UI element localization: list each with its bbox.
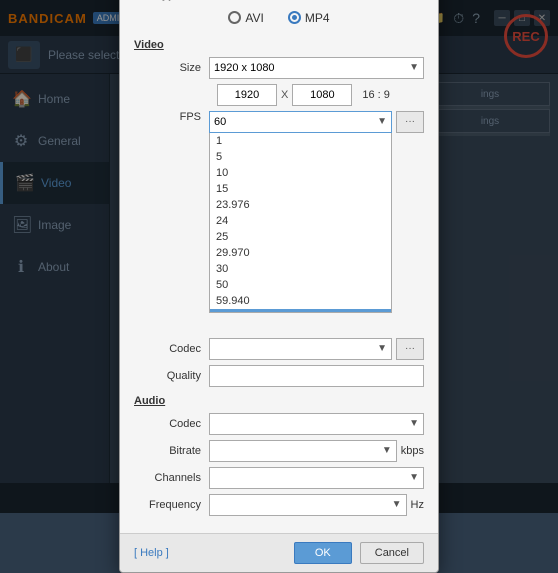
audio-label: Audio — [134, 395, 424, 407]
fps-option-60[interactable]: 60 — [210, 309, 391, 313]
codec-dropdown[interactable]: ▼ — [209, 338, 392, 360]
audio-freq-dropdown[interactable]: ▼ — [209, 494, 407, 516]
codec-label: Codec — [134, 343, 209, 355]
help-link[interactable]: [ Help ] — [134, 547, 169, 559]
fps-settings-button[interactable]: ··· — [396, 111, 424, 133]
fps-option-24[interactable]: 24 — [210, 213, 391, 229]
fps-dropdown: 15101523.976242529.970305059.94060120144… — [209, 133, 392, 313]
audio-bitrate-arrow: ▼ — [382, 445, 392, 456]
radio-mp4[interactable]: MP4 — [288, 11, 330, 25]
size-label: Size — [134, 62, 209, 74]
size-row: Size 1920 x 1080 ▼ — [134, 57, 424, 79]
bitrate-unit: kbps — [401, 445, 424, 457]
codec-settings-button[interactable]: ··· — [396, 338, 424, 360]
fps-label: FPS — [134, 111, 209, 123]
size-inputs-row: 1920 X 1080 16 : 9 — [217, 84, 424, 106]
size-dropdown[interactable]: 1920 x 1080 ▼ — [209, 57, 424, 79]
audio-channels-row: Channels ▼ — [134, 467, 424, 489]
radio-label-avi: AVI — [245, 11, 263, 25]
freq-unit: Hz — [411, 499, 424, 511]
fps-option-23.976[interactable]: 23.976 — [210, 197, 391, 213]
audio-freq-arrow: ▼ — [392, 499, 402, 510]
codec-dropdown-arrow: ▼ — [377, 343, 387, 354]
footer-buttons: OK Cancel — [294, 542, 424, 564]
audio-codec-label: Codec — [134, 418, 209, 430]
radio-avi[interactable]: AVI — [228, 11, 263, 25]
audio-channels-label: Channels — [134, 472, 209, 484]
audio-bitrate-label: Bitrate — [134, 445, 209, 457]
fps-option-10[interactable]: 10 — [210, 165, 391, 181]
dialog-footer: [ Help ] OK Cancel — [120, 533, 438, 572]
fps-option-5[interactable]: 5 — [210, 149, 391, 165]
audio-freq-label: Frequency — [134, 499, 209, 511]
file-type-label: File Type — [134, 0, 424, 1]
radio-circle-avi — [228, 11, 241, 24]
quality-control[interactable] — [209, 365, 424, 387]
fps-option-30[interactable]: 30 — [210, 261, 391, 277]
cancel-button[interactable]: Cancel — [360, 542, 424, 564]
size-height-input[interactable]: 1080 — [292, 84, 352, 106]
fps-dropdown-container: 60 ▼ 15101523.976242529.970305059.940601… — [209, 111, 392, 133]
radio-circle-mp4 — [288, 11, 301, 24]
aspect-ratio: 16 : 9 — [362, 89, 390, 101]
fps-option-15[interactable]: 15 — [210, 181, 391, 197]
dialog-body: File Type AVI MP4 Video — [120, 0, 438, 533]
fps-option-50[interactable]: 50 — [210, 277, 391, 293]
video-label: Video — [134, 39, 424, 51]
audio-codec-arrow: ▼ — [409, 418, 419, 429]
audio-channels-arrow: ▼ — [409, 472, 419, 483]
fps-option-1[interactable]: 1 — [210, 133, 391, 149]
audio-channels-dropdown[interactable]: ▼ — [209, 467, 424, 489]
radio-label-mp4: MP4 — [305, 11, 330, 25]
quality-label: Quality — [134, 370, 209, 382]
audio-bitrate-dropdown[interactable]: ▼ — [209, 440, 397, 462]
fps-dropdown-arrow: ▼ — [377, 116, 387, 127]
codec-row: Codec ▼ ··· — [134, 338, 424, 360]
app-window: BANDICAM ADMIN UNREGISTERED 🔒 📁 ⏱ ? ─ □ … — [0, 0, 558, 513]
file-type-radio-row: AVI MP4 — [134, 7, 424, 29]
audio-bitrate-row: Bitrate ▼ kbps — [134, 440, 424, 462]
fps-option-29.970[interactable]: 29.970 — [210, 245, 391, 261]
audio-section: Audio Codec ▼ Bitrate ▼ kbps — [134, 395, 424, 516]
audio-freq-row: Frequency ▼ Hz — [134, 494, 424, 516]
size-width-input[interactable]: 1920 — [217, 84, 277, 106]
video-section: Video Size 1920 x 1080 ▼ 1920 X — [134, 39, 424, 387]
file-type-section: File Type AVI MP4 — [134, 0, 424, 29]
audio-codec-row: Codec ▼ — [134, 413, 424, 435]
fps-current-value: 60 — [214, 116, 226, 128]
size-dropdown-arrow: ▼ — [409, 62, 419, 73]
fps-input[interactable]: 60 ▼ — [209, 111, 392, 133]
size-value: 1920 x 1080 — [214, 62, 275, 74]
quality-row: Quality — [134, 365, 424, 387]
radio-dot-mp4 — [292, 15, 297, 20]
format-settings-dialog: Format settings ✕ File Type AVI MP4 — [119, 0, 439, 573]
audio-codec-dropdown[interactable]: ▼ — [209, 413, 424, 435]
fps-option-25[interactable]: 25 — [210, 229, 391, 245]
fps-option-59.940[interactable]: 59.940 — [210, 293, 391, 309]
x-separator: X — [281, 89, 288, 101]
ok-button[interactable]: OK — [294, 542, 352, 564]
fps-row: FPS 60 ▼ 15101523.976242529.970305059.94… — [134, 111, 424, 133]
